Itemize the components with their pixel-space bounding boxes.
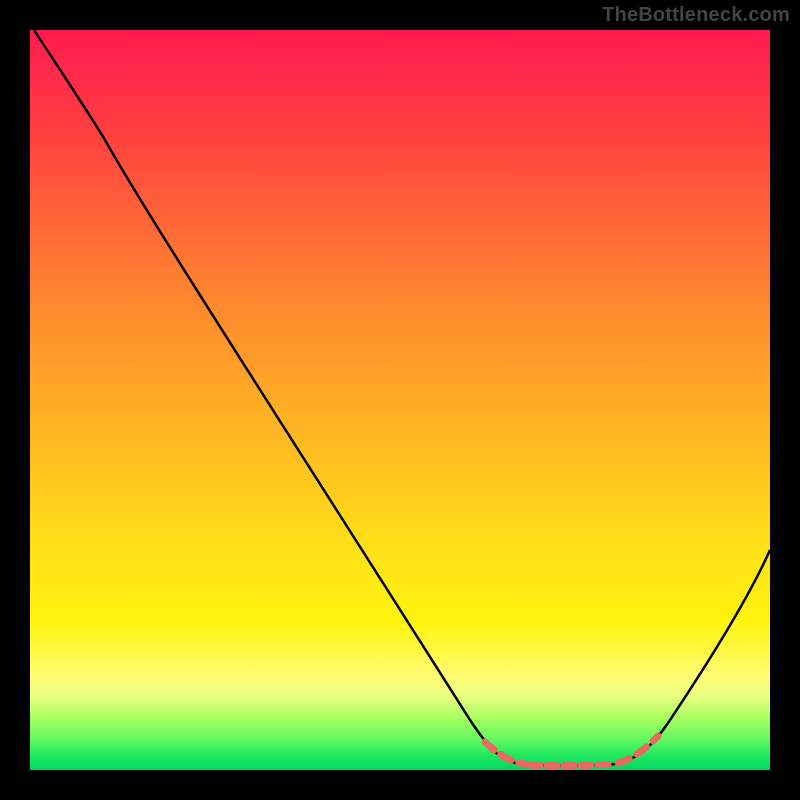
highlight-segment-mid: [530, 764, 612, 766]
plot-area: [30, 30, 770, 770]
watermark-text: TheBottleneck.com: [602, 4, 790, 27]
highlight-segment-left: [485, 742, 525, 764]
bottleneck-curve: [30, 30, 770, 770]
chart-frame: TheBottleneck.com: [0, 0, 800, 800]
highlight-segment-right: [618, 736, 658, 763]
curve-path: [34, 30, 770, 766]
